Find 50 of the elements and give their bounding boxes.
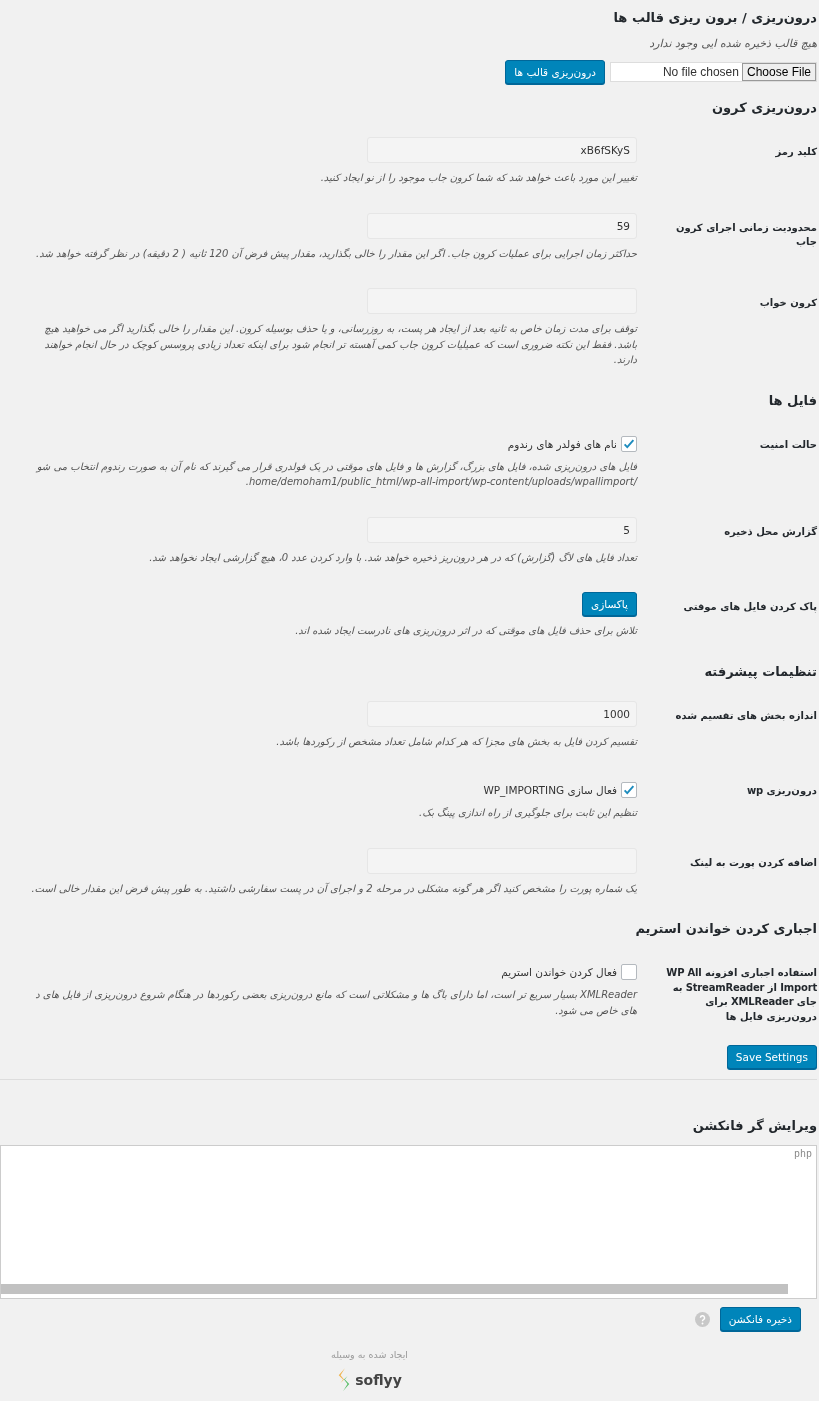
setting-label: گزارش محل ذخیره — [723, 524, 817, 540]
field-description: حداکثر زمان اجرایی برای عملیات کرون جاب. اگر این مقدار را خالی بگذارید، مقدار پیش فرض آن 120 ثانیه ( 2 دقیقه) در نظر گرفته خواهد شد. — [36, 246, 637, 261]
logo-icon — [337, 1368, 352, 1391]
setting-label: استفاده اجباری افزونه WP All Import از StreamReader به جای XMLReader برای درون‌ریزی فایل ها — [665, 966, 817, 1024]
file-input[interactable]: No file chosen Choose File — [610, 62, 817, 82]
choose-file-button[interactable]: Choose File — [741, 63, 816, 81]
help-icon[interactable] — [694, 1311, 710, 1327]
checkbox-label: فعال سازی WP_IMPORTING — [483, 784, 617, 796]
field-description: تعداد فایل های لاگ (گزارش) که در هر درون‌ریز ذخیره خواهد شد. با وارد کردن عدد 0، هیچ گزارشی ایجاد نخواهد شد. — [149, 550, 637, 565]
code-editor[interactable]: php — [0, 1145, 817, 1299]
horizontal-scrollbar[interactable] — [1, 1284, 788, 1294]
brand-name: soflyy — [355, 1371, 402, 1388]
text-field[interactable]: 5 — [367, 516, 637, 543]
text-field[interactable]: 1000 — [367, 700, 637, 727]
save-function-button[interactable]: ذخیره فانکشن — [719, 1307, 801, 1331]
setting-label: پاک کردن فایل های موقتی — [682, 600, 817, 615]
setting-label: کلید رمز — [774, 145, 817, 160]
field-description: تغییر این مورد باعث خواهد شد که شما کرون جاب موجود را از نو ایجاد کنید. — [320, 171, 637, 186]
setting-label: اضافه کردن پورت به لینک — [689, 855, 817, 871]
code-text: php — [794, 1149, 812, 1160]
text-field[interactable]: 59 — [367, 212, 637, 239]
checkbox[interactable] — [621, 964, 637, 980]
cleanup-button[interactable]: پاکسازی — [582, 592, 637, 616]
text-field[interactable]: xB6fSKyS — [367, 137, 637, 163]
setting-label: اندازه بخش های تقسیم شده — [674, 708, 817, 724]
field-description: توقف برای مدت زمان خاص به ثانیه بعد از ایجاد هر پست، به روزرسانی، و یا حذف بوسیله کرون. این مقدار را خالی بگذارید اگر می خواهید هیچ باشد. فقط این نکته ضروری است که عمیلیات کرون جاب کمی آهسته تر انجام شود برای اینکه تعداد زیادی پروسس کوچک در حال انجام خواهند دارند. — [44, 322, 637, 368]
checkbox-label: فعال کردن خواندن استریم — [501, 966, 617, 978]
setting-label: حالت امنیت — [758, 437, 817, 452]
field-description: تنظیم این ثابت برای جلوگیری از راه اندازی پینگ بک. — [419, 806, 637, 821]
section-heading: درون‌ریزی کرون — [711, 99, 817, 117]
setting-label: محدودیت زمانی اجرای کرون جاب — [674, 220, 817, 249]
checkbox-label: نام های فولدر های رندوم — [507, 437, 617, 450]
field-description: تلاش برای حذف فایل های موقتی که در اثر درون‌ریزی های نادرست ایجاد شده اند. — [295, 624, 637, 639]
section-heading: فایل ها — [768, 391, 817, 410]
checked-checkbox[interactable] — [621, 435, 637, 452]
field-description: XMLReader بسیار سریع تر است، اما دارای باگ ها و مشکلاتی است که مانع درون‌ریزی بعضی رکوردها در هنگام شروع درون‌ریزی از فایل های د های خاص می شود. — [35, 988, 637, 1018]
checked-checkbox[interactable] — [621, 782, 637, 798]
field-description: تقسیم کردن فایل به بخش های مجزا که هر کدام شامل تعداد مشخص از رکوردها باشد. — [276, 734, 637, 749]
setting-label: کرون خواب — [758, 296, 817, 311]
templates-note: هیچ قالب ذخیره شده ایی وجود ندارد — [649, 37, 817, 50]
field-description: یک شماره پورت را مشخص کنید اگر هر گونه مشکلی در مرحله 2 و اجرای آن در پست سفارشی داشتید. به طور پیش فرض این مقدار خالی است. — [31, 881, 637, 896]
section-heading: ویرایش گر فانکشن — [692, 1117, 817, 1135]
file-status: No file chosen — [661, 65, 740, 79]
setting-label: درون‌ریزی wp — [745, 784, 817, 799]
import-templates-button[interactable]: درون‌ریزی قالب ها — [505, 60, 605, 84]
save-settings-button[interactable]: Save Settings — [726, 1045, 817, 1069]
section-heading: تنظیمات پیشرفته — [704, 662, 817, 681]
section-heading: درون‌ریزی / برون ریزی قالب ها — [613, 9, 817, 27]
credit-text: ایجاد شده به وسیله — [331, 1349, 408, 1360]
section-heading: اجباری کردن خواندن استریم — [635, 920, 817, 938]
